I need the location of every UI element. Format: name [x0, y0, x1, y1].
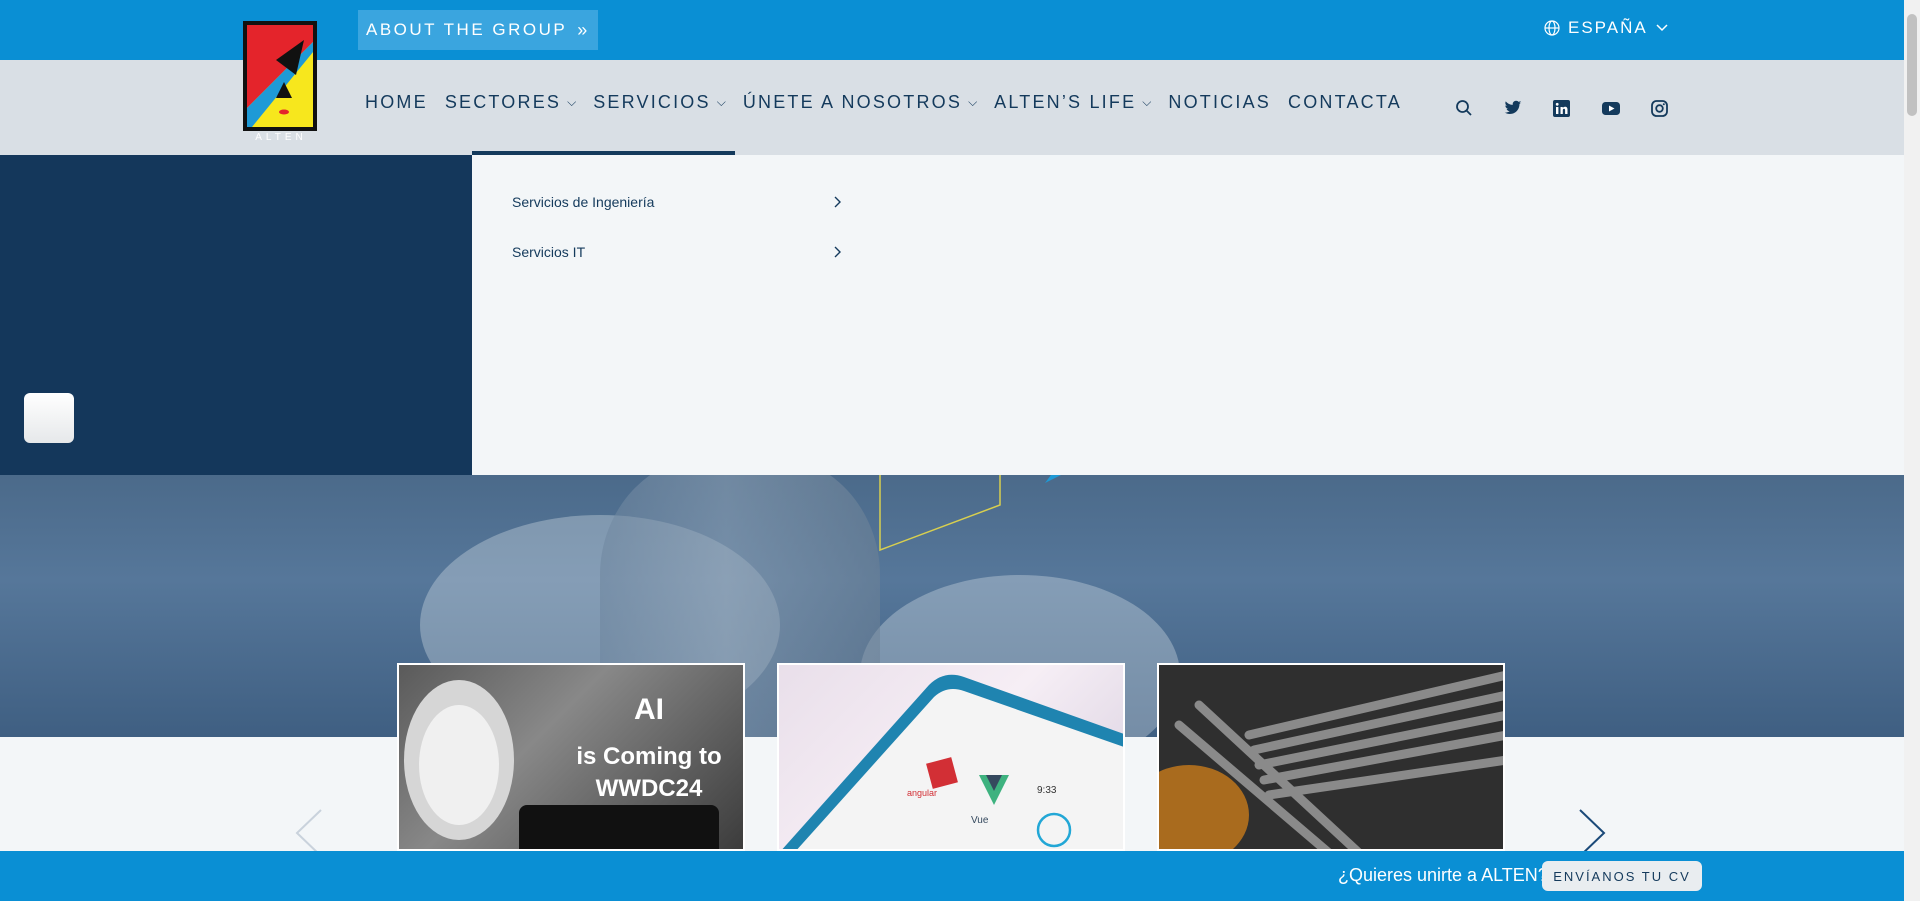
instagram-icon[interactable]	[1635, 96, 1684, 120]
nav-noticias[interactable]: NOTICIAS	[1168, 92, 1271, 113]
twitter-icon[interactable]	[1488, 96, 1537, 120]
social-links	[1439, 96, 1684, 120]
nav-unete-label: ÚNETE A NOSOTROS	[742, 92, 963, 112]
globe-icon	[1544, 20, 1560, 36]
decorative-triangle	[1045, 475, 1061, 483]
nav-servicios[interactable]: SERVICIOS ⌵	[593, 92, 726, 113]
nav-home[interactable]: HOME	[365, 92, 428, 113]
logo-graphic	[243, 21, 317, 131]
nav-sectores[interactable]: SECTORES ⌵	[445, 92, 576, 113]
card-text-ai: AI	[634, 693, 664, 726]
language-label: ESPAÑA	[1568, 18, 1648, 37]
chevron-down-icon: ⌵	[968, 95, 978, 109]
language-selector[interactable]: ESPAÑA	[1544, 18, 1668, 38]
nav-home-label: HOME	[365, 92, 428, 112]
card-text-angular: angular	[907, 788, 938, 798]
about-the-group-button[interactable]: ABOUT THE GROUP »	[358, 10, 598, 50]
card-text-vue: Vue	[971, 815, 989, 826]
card-text-line: WWDC24	[595, 775, 703, 802]
chevron-down-icon: ⌵	[1142, 95, 1152, 109]
about-label: ABOUT THE GROUP	[366, 20, 568, 39]
send-cv-button[interactable]: ENVÍANOS TU CV	[1542, 861, 1702, 891]
linkedin-icon[interactable]	[1537, 96, 1586, 120]
nav-unete[interactable]: ÚNETE A NOSOTROS ⌵	[743, 92, 977, 113]
card-image-rebar	[1159, 665, 1503, 849]
chevron-down-icon: ⌵	[567, 95, 577, 109]
menu-item-label: Servicios IT	[512, 244, 586, 260]
scrollbar-thumb[interactable]	[1907, 14, 1917, 116]
news-card[interactable]: angular Vue 9:33	[777, 663, 1125, 851]
servicios-dropdown-panel: Servicios de Ingeniería Servicios IT	[472, 155, 1904, 475]
nav-sectores-label: SECTORES	[444, 92, 562, 112]
card-image-phone	[782, 674, 1123, 849]
menu-item-servicios-ingenieria[interactable]: Servicios de Ingeniería	[512, 194, 842, 210]
bottom-cta-bar: ¿Quieres unirte a ALTEN? ENVÍANOS TU CV	[0, 851, 1904, 901]
menu-item-servicios-it[interactable]: Servicios IT	[512, 244, 842, 260]
news-card[interactable]	[1157, 663, 1505, 851]
chevron-right-icon	[834, 246, 841, 258]
nav-altens-life-label: ALTEN’S LIFE	[994, 92, 1137, 112]
primary-nav: HOME SECTORES ⌵ SERVICIOS ⌵ ÚNETE A NOSOTR…	[365, 92, 1419, 113]
nav-servicios-label: SERVICIOS	[593, 92, 711, 112]
card-text-time: 9:33	[1037, 785, 1057, 796]
card-text-line: is Coming to	[576, 743, 722, 770]
news-card[interactable]: AI is Coming to WWDC24	[397, 663, 745, 851]
nav-noticias-label: NOTICIAS	[1168, 92, 1271, 112]
youtube-icon[interactable]	[1586, 96, 1635, 120]
join-question: ¿Quieres unirte a ALTEN?	[1338, 865, 1548, 885]
chevron-down-icon: ⌵	[716, 95, 726, 109]
floating-tile-button[interactable]	[24, 393, 74, 443]
alten-logo[interactable]: ALTEN	[242, 20, 320, 144]
chevron-right-icon	[834, 196, 841, 208]
chevron-down-icon	[1656, 24, 1668, 32]
nav-contacta-label: CONTACTA	[1288, 92, 1402, 112]
search-icon[interactable]	[1439, 96, 1488, 120]
nav-contacta[interactable]: CONTACTA	[1288, 92, 1402, 113]
logo-text: ALTEN	[255, 132, 307, 143]
decorative-shape	[879, 475, 1001, 552]
nav-altens-life[interactable]: ALTEN’S LIFE ⌵	[994, 92, 1151, 113]
menu-item-label: Servicios de Ingeniería	[512, 194, 655, 210]
page-scrollbar[interactable]	[1904, 0, 1920, 901]
active-nav-indicator	[472, 151, 735, 155]
double-chevron-right-icon: »	[577, 19, 588, 40]
